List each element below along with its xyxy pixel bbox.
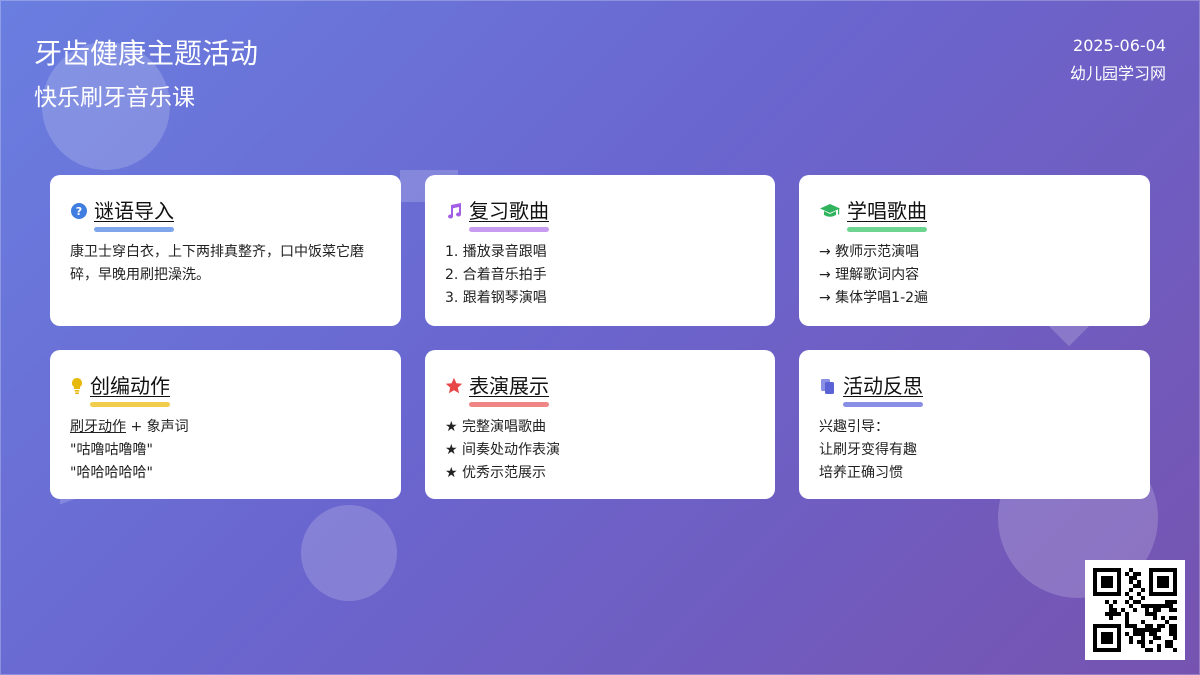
card-review-song: 复习歌曲 1. 播放录音跟唱 2. 合着音乐拍手 3. 跟着钢琴演唱: [425, 175, 775, 326]
card-body: ★ 完整演唱歌曲 ★ 间奏处动作表演 ★ 优秀示范展示: [445, 416, 755, 485]
card-title: 学唱歌曲: [847, 199, 927, 232]
card-body: → 教师示范演唱 → 理解歌词内容 → 集体学唱1-2遍: [819, 241, 1130, 310]
riddle-text: 康卫士穿白衣，上下两排真整齐，口中饭菜它磨碎，早晚用刷把澡洗。: [70, 244, 364, 283]
list-item: 刷牙动作 + 象声词: [70, 416, 381, 439]
list-item: ★ 完整演唱歌曲: [445, 419, 547, 435]
list-item: 让刷牙变得有趣: [819, 442, 917, 458]
card-header: 表演展示: [445, 370, 755, 407]
page-title: 牙齿健康主题活动: [34, 37, 259, 70]
list-item: "咕噜咕噜噜": [70, 442, 153, 458]
list-item: 1. 播放录音跟唱: [445, 244, 547, 260]
card-title: 活动反思: [843, 374, 923, 407]
card-riddle-intro: ? 谜语导入 康卫士穿白衣，上下两排真整齐，口中饭菜它磨碎，早晚用刷把澡洗。: [50, 175, 401, 326]
card-title: 谜语导入: [94, 199, 174, 232]
card-create-actions: 创编动作 刷牙动作 + 象声词 "咕噜咕噜噜" "哈哈哈哈哈": [50, 350, 401, 499]
card-title: 复习歌曲: [469, 199, 549, 232]
card-body: 康卫士穿白衣，上下两排真整齐，口中饭菜它磨碎，早晚用刷把澡洗。: [70, 241, 381, 287]
onomatopoeia-label: + 象声词: [126, 419, 189, 435]
brush-action-label: 刷牙动作: [70, 419, 126, 435]
card-header: 创编动作: [70, 370, 381, 407]
card-body: 1. 播放录音跟唱 2. 合着音乐拍手 3. 跟着钢琴演唱: [445, 241, 755, 310]
list-item: → 理解歌词内容: [819, 267, 920, 283]
qr-code-icon: [1085, 560, 1185, 660]
list-item: → 集体学唱1-2遍: [819, 290, 929, 306]
lightbulb-icon: [70, 377, 84, 395]
card-header: 活动反思: [819, 370, 1130, 407]
card-learn-song: 学唱歌曲 → 教师示范演唱 → 理解歌词内容 → 集体学唱1-2遍: [799, 175, 1150, 326]
card-performance: 表演展示 ★ 完整演唱歌曲 ★ 间奏处动作表演 ★ 优秀示范展示: [425, 350, 775, 499]
list-item: 2. 合着音乐拍手: [445, 267, 547, 283]
card-reflection: 活动反思 兴趣引导： 让刷牙变得有趣 培养正确习惯: [799, 350, 1150, 499]
list-item: 兴趣引导：: [819, 419, 889, 435]
list-item: ★ 间奏处动作表演: [445, 442, 561, 458]
graduation-cap-icon: [819, 202, 841, 220]
list-item: "哈哈哈哈哈": [70, 465, 153, 481]
card-header: 复习歌曲: [445, 195, 755, 232]
card-header: ? 谜语导入: [70, 195, 381, 232]
page-subtitle: 快乐刷牙音乐课: [34, 85, 195, 111]
card-body: 兴趣引导： 让刷牙变得有趣 培养正确习惯: [819, 416, 1130, 485]
card-body: 刷牙动作 + 象声词 "咕噜咕噜噜" "哈哈哈哈哈": [70, 416, 381, 485]
svg-text:?: ?: [76, 205, 82, 218]
card-title: 创编动作: [90, 374, 170, 407]
list-item: ★ 优秀示范展示: [445, 465, 547, 481]
list-item: → 教师示范演唱: [819, 244, 920, 260]
list-item: 3. 跟着钢琴演唱: [445, 290, 547, 306]
clipboard-icon: [819, 377, 837, 395]
music-note-icon: [445, 202, 463, 220]
star-icon: [445, 377, 463, 395]
date-label: 2025-06-04: [1073, 36, 1166, 55]
question-circle-icon: ?: [70, 202, 88, 220]
card-title: 表演展示: [469, 374, 549, 407]
card-header: 学唱歌曲: [819, 195, 1130, 232]
list-item: 培养正确习惯: [819, 465, 903, 481]
site-name: 幼儿园学习网: [1069, 64, 1166, 83]
